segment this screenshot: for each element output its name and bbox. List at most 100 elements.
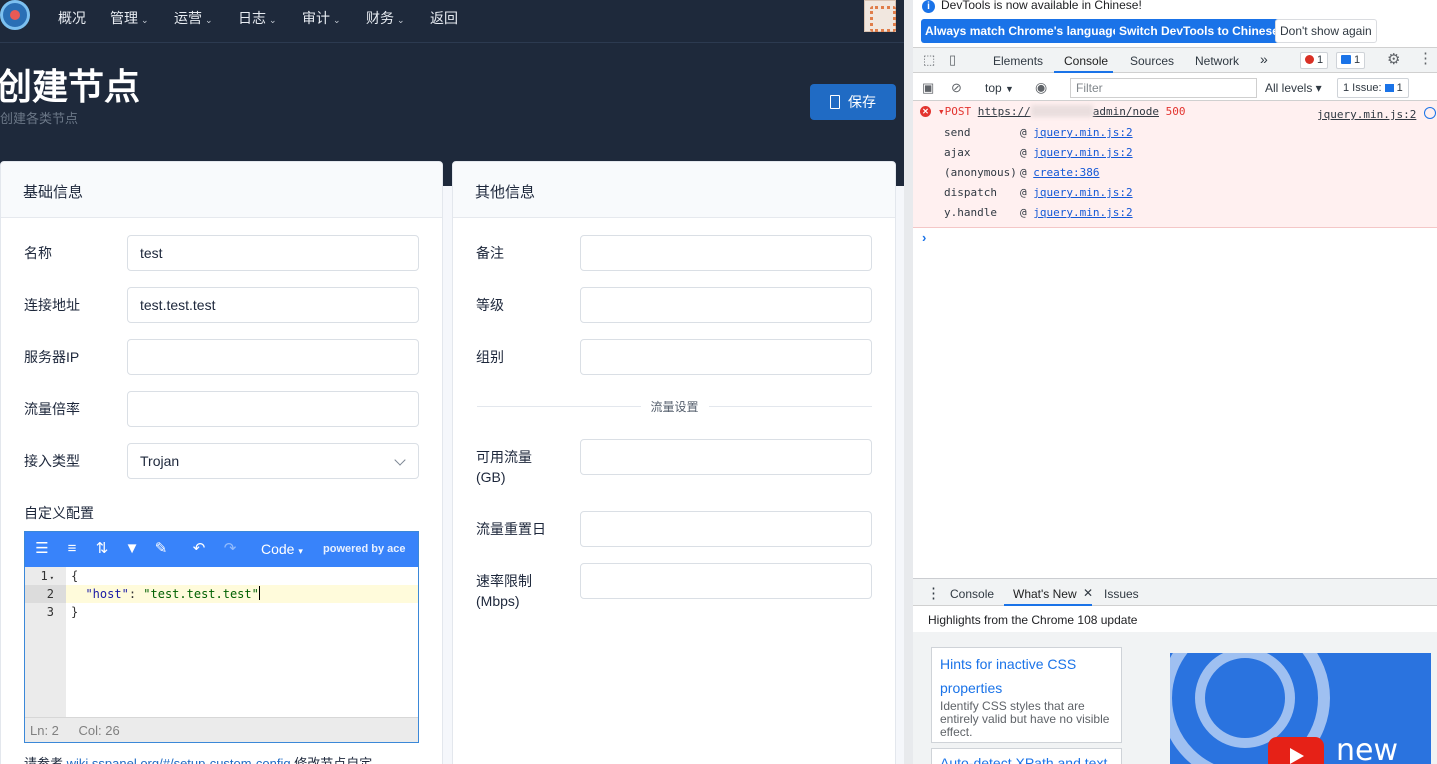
site-logo-icon[interactable] [0, 0, 30, 30]
access-type-label: 接入类型 [24, 453, 80, 469]
clear-console-icon[interactable]: ⊘ [951, 81, 962, 95]
drawer-tab-issues[interactable]: Issues [1104, 587, 1139, 601]
dont-show-again-button[interactable]: Don't show again [1275, 19, 1377, 43]
page-title: 创建节点 [0, 66, 141, 107]
error-count-badge[interactable]: 1 [1300, 52, 1329, 69]
inspect-element-icon[interactable]: ⬚ [923, 53, 935, 67]
sort-icon[interactable]: ⇅ [93, 541, 111, 557]
compact-icon[interactable]: ≡ [63, 541, 81, 557]
filter-icon[interactable]: ▼ [123, 541, 141, 557]
tab-sources[interactable]: Sources [1130, 54, 1174, 68]
context-selector[interactable]: top ▼ [985, 81, 1014, 96]
drawer-menu-icon[interactable]: ⋮ [926, 584, 941, 602]
request-url-link[interactable]: https://admin/node [978, 105, 1159, 118]
tab-elements[interactable]: Elements [993, 54, 1043, 68]
nav-overview[interactable]: 概况 [58, 8, 86, 28]
editor-statusbar: Ln: 2 Col: 26 [25, 717, 418, 742]
name-input[interactable]: test [127, 235, 419, 271]
live-expression-eye-icon[interactable]: ◉ [1035, 80, 1047, 94]
match-language-button[interactable]: Always match Chrome's language [921, 19, 1124, 43]
nav-logs-label: 日志 [238, 10, 266, 26]
nav-finance[interactable]: 财务 ⌄ [366, 8, 405, 28]
undo-icon[interactable]: ↶ [190, 541, 208, 557]
code-line[interactable]: } [66, 603, 418, 621]
switch-chinese-button[interactable]: Switch DevTools to Chinese [1115, 19, 1283, 43]
traffic-rate-input[interactable] [127, 391, 419, 427]
nav-logs[interactable]: 日志 ⌄ [238, 8, 277, 28]
server-ip-input[interactable] [127, 339, 419, 375]
repair-wrench-icon[interactable]: ✎ [152, 541, 170, 557]
tab-network[interactable]: Network [1195, 54, 1239, 68]
wiki-link[interactable]: wiki.sspanel.org/#/setup-custom-config [67, 756, 291, 764]
show-sidebar-icon[interactable]: ▣ [922, 81, 934, 95]
chevron-down-icon: ⌄ [397, 15, 405, 25]
settings-gear-icon[interactable]: ⚙ [1387, 52, 1400, 67]
stack-source-link[interactable]: jquery.min.js:2 [1033, 186, 1132, 199]
user-avatar[interactable] [864, 0, 896, 32]
feature-card[interactable]: Auto-detect XPath and text [931, 748, 1122, 764]
feature-link[interactable]: Hints for inactive CSS properties [940, 652, 1113, 700]
nav-audit[interactable]: 审计 ⌄ [302, 8, 341, 28]
nav-divider [0, 42, 904, 43]
reset-day-input[interactable] [580, 511, 872, 547]
speed-limit-input[interactable] [580, 563, 872, 599]
issues-button[interactable]: 1 Issue: 1 [1337, 78, 1409, 98]
save-button[interactable]: 保存 [810, 84, 896, 120]
error-summary[interactable]: ▾POST https://admin/node 500 [938, 105, 1185, 118]
nav-operations-label: 运营 [174, 10, 202, 26]
level-input[interactable] [580, 287, 872, 323]
address-input[interactable]: test.test.test [127, 287, 419, 323]
drawer-tab-whats-new[interactable]: What's New [1013, 587, 1077, 601]
remark-input[interactable] [580, 235, 872, 271]
info-icon: i [922, 0, 935, 13]
active-drawer-tab-indicator [1004, 604, 1092, 606]
group-input[interactable] [580, 339, 872, 375]
other-info-card: 其他信息 备注 等级 组别 流量设置 可用流量 (GB) 流量重置日 速率限制 (M… [452, 161, 896, 764]
nav-manage[interactable]: 管理 ⌄ [110, 8, 149, 28]
top-navbar: 概况 管理 ⌄ 运营 ⌄ 日志 ⌄ 审计 ⌄ 财务 ⌄ 返回 [0, 0, 904, 33]
error-source-link[interactable]: jquery.min.js:2 [1317, 108, 1416, 121]
devtools-tabbar: ⬚ ▯ Elements Console Sources Network » 1… [913, 47, 1437, 73]
code-line[interactable]: { [66, 567, 418, 585]
editor-mode-dropdown[interactable]: Code ▾ [261, 541, 303, 557]
message-count-badge[interactable]: 1 [1336, 52, 1366, 69]
drawer-tab-console[interactable]: Console [950, 587, 994, 601]
redo-icon[interactable]: ↷ [221, 541, 239, 557]
close-icon[interactable]: ✕ [1083, 586, 1093, 600]
console-filter-input[interactable]: Filter [1070, 78, 1257, 98]
tab-console[interactable]: Console [1064, 54, 1108, 68]
console-error-message: ✕ ▾POST https://admin/node 500 jquery.mi… [913, 101, 1437, 228]
feature-card[interactable]: Hints for inactive CSS properties Identif… [931, 647, 1122, 743]
stack-source-link[interactable]: create:386 [1033, 166, 1099, 179]
editor-toolbar: ☰ ≡ ⇅ ▼ ✎ ↶ ↷ Code ▾ powered by ace [25, 532, 418, 567]
more-options-icon[interactable]: ⋮ [1418, 51, 1433, 66]
stack-source-link[interactable]: jquery.min.js:2 [1033, 206, 1132, 219]
network-request-icon[interactable] [1424, 107, 1436, 119]
whats-new-content: Hints for inactive CSS properties Identif… [913, 632, 1437, 764]
powered-by-ace-link[interactable]: powered by ace [323, 543, 406, 555]
save-button-label: 保存 [848, 94, 876, 110]
log-levels-dropdown[interactable]: All levels ▾ [1265, 81, 1322, 95]
other-info-header: 其他信息 [453, 162, 895, 218]
json-editor[interactable]: ☰ ≡ ⇅ ▼ ✎ ↶ ↷ Code ▾ powered by ace 1 ▾ 2… [24, 531, 419, 743]
infobar-message: DevTools is now available in Chinese! [941, 0, 1142, 12]
name-label: 名称 [24, 245, 52, 261]
console-prompt-icon[interactable]: › [922, 230, 926, 245]
devtools-resize-handle[interactable] [904, 0, 913, 764]
whats-new-video-thumbnail[interactable]: new [1170, 653, 1431, 764]
traffic-settings-divider: 流量设置 [477, 398, 872, 415]
code-line[interactable]: "host": "test.test.test" [66, 585, 418, 603]
format-icon[interactable]: ☰ [33, 541, 51, 557]
feature-link[interactable]: Auto-detect XPath and text [940, 753, 1113, 764]
device-toolbar-icon[interactable]: ▯ [949, 53, 956, 67]
nav-back[interactable]: 返回 [430, 8, 458, 28]
access-type-select[interactable]: Trojan [127, 443, 419, 479]
nav-operations[interactable]: 运营 ⌄ [174, 8, 213, 28]
stack-source-link[interactable]: jquery.min.js:2 [1033, 146, 1132, 159]
stack-source-link[interactable]: jquery.min.js:2 [1033, 126, 1132, 139]
available-traffic-input[interactable] [580, 439, 872, 475]
chevron-down-icon: ⌄ [269, 15, 277, 25]
more-tabs-icon[interactable]: » [1260, 51, 1268, 67]
youtube-play-icon[interactable] [1268, 737, 1324, 764]
message-icon [1341, 55, 1351, 64]
